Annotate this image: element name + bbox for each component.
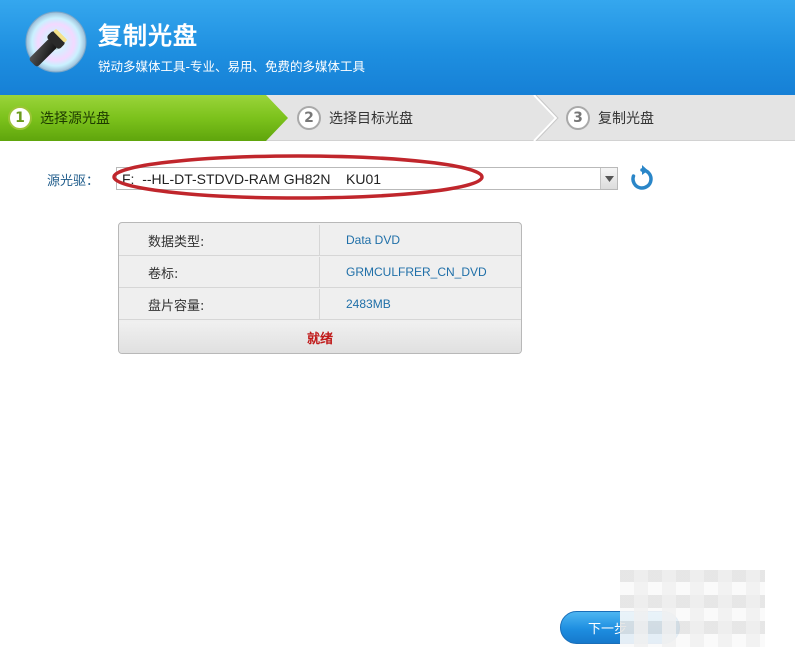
source-drive-label: 源光驱： [47,174,100,189]
status-text: 就绪 [306,332,333,347]
info-row-data-type: 数据类型: Data DVD [119,225,521,256]
info-key: 数据类型: [119,225,320,255]
app-subtitle: 锐动多媒体工具-专业、易用、免费的多媒体工具 [98,59,366,74]
info-value: 2483MB [346,297,391,311]
disc-flashlight-icon [25,11,87,73]
status-row: 就绪 [119,322,521,353]
info-row-volume-label: 卷标: GRMCULFRER_CN_DVD [119,257,521,288]
step-label: 选择源光盘 [40,111,110,127]
step-number: 2 [297,106,321,130]
info-value: GRMCULFRER_CN_DVD [346,265,487,279]
app-title: 复制光盘 [98,22,198,50]
app-header: 复制光盘 锐动多媒体工具-专业、易用、免费的多媒体工具 [0,0,795,95]
chevron-down-icon[interactable] [600,168,617,189]
disc-info-panel: 数据类型: Data DVD 卷标: GRMCULFRER_CN_DVD 盘片容… [118,222,522,354]
step-copy-disc[interactable]: 3 复制光盘 [566,95,654,141]
highlight-ellipse [112,154,484,200]
info-row-capacity: 盘片容量: 2483MB [119,289,521,320]
step-select-target[interactable]: 2 选择目标光盘 [297,95,413,141]
pixelated-watermark [620,570,765,647]
info-value: Data DVD [346,233,401,247]
step-number: 1 [8,106,32,130]
refresh-icon[interactable] [628,165,656,193]
info-key: 盘片容量: [119,289,320,319]
step-label: 复制光盘 [598,111,654,127]
info-key: 卷标: [119,257,320,287]
step-number: 3 [566,106,590,130]
step-select-source[interactable]: 1 选择源光盘 [8,95,110,141]
step-label: 选择目标光盘 [329,111,413,127]
wizard-steps: 1 选择源光盘 2 选择目标光盘 3 复制光盘 [0,95,795,141]
